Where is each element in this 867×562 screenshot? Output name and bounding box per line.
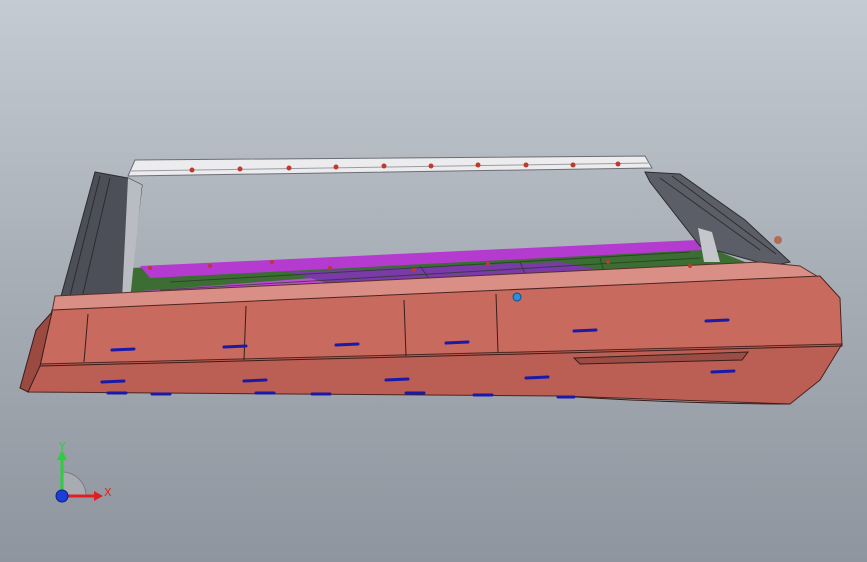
selection-point[interactable]: [512, 292, 522, 302]
y-axis-label: Y: [58, 440, 66, 453]
graphics-viewport[interactable]: Y X: [0, 0, 867, 562]
z-axis-dot: [55, 489, 69, 503]
x-axis-label: X: [104, 486, 112, 499]
cad-model-view[interactable]: [0, 0, 867, 562]
left-pillar: [59, 171, 143, 301]
top-frame: [127, 155, 653, 177]
coordinate-triad[interactable]: Y X: [40, 438, 120, 514]
